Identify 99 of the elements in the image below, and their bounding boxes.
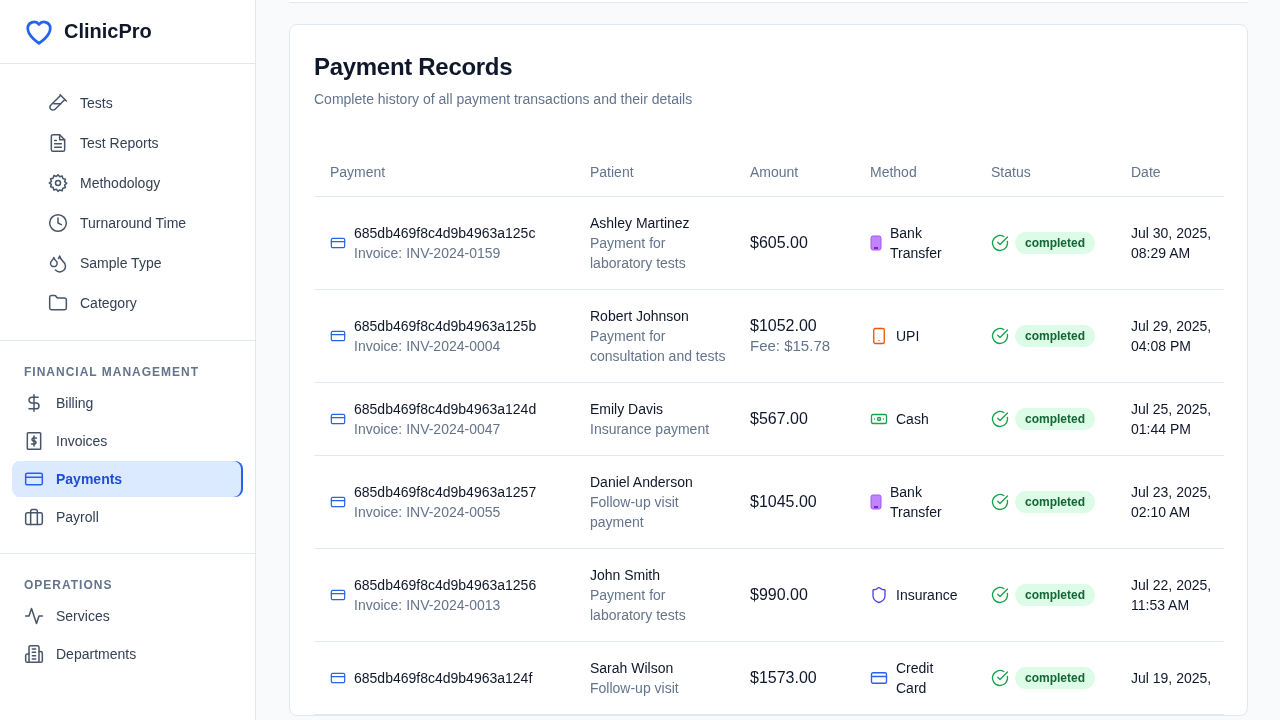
document-icon bbox=[48, 133, 68, 153]
payment-id: 685db469f8c4d9b4963a125b bbox=[354, 317, 537, 336]
payment-id: 685db469f8c4d9b4963a124d bbox=[354, 400, 537, 419]
amount: $567.00 bbox=[750, 409, 809, 429]
credit-card-icon bbox=[330, 411, 346, 427]
column-header: Payment bbox=[330, 164, 386, 180]
payment-method: Credit Card bbox=[896, 659, 935, 698]
column-header: Method bbox=[870, 164, 917, 180]
brand-name: ClinicPro bbox=[64, 20, 152, 43]
payment-note: Payment for consultation and tests bbox=[590, 327, 726, 366]
sidebar-item[interactable]: Sample Type bbox=[12, 244, 243, 282]
payment-date: Jul 19, 2025, bbox=[1131, 669, 1213, 688]
credit-card-icon bbox=[330, 587, 346, 603]
column-header: Patient bbox=[590, 164, 634, 180]
activity-icon bbox=[24, 606, 44, 626]
clock-icon bbox=[48, 213, 68, 233]
patient-name: Sarah Wilson bbox=[590, 659, 675, 678]
payment-method: Bank Transfer bbox=[890, 224, 943, 263]
payment-id: 685db469f8c4d9b4963a124f bbox=[354, 669, 533, 688]
credit-card-icon bbox=[330, 235, 346, 251]
section-heading: FINANCIAL MANAGEMENT bbox=[23, 364, 201, 381]
column-header: Date bbox=[1131, 164, 1161, 180]
sidebar-item[interactable]: Invoices bbox=[12, 423, 243, 459]
sidebar-item[interactable]: Departments bbox=[12, 636, 243, 672]
test-tube-icon bbox=[48, 93, 68, 113]
sidebar-item[interactable]: Services bbox=[12, 598, 243, 634]
receipt-icon bbox=[24, 431, 44, 451]
amount: $990.00 bbox=[750, 585, 809, 605]
payment-method: Cash bbox=[896, 410, 929, 429]
amount: $605.00 bbox=[750, 233, 809, 253]
payment-date: Jul 30, 2025, 08:29 AM bbox=[1131, 224, 1213, 263]
credit-card-icon bbox=[24, 469, 44, 489]
payment-date: Jul 23, 2025, 02:10 AM bbox=[1131, 483, 1213, 522]
amount: $1045.00 bbox=[750, 492, 818, 512]
status-badge: completed bbox=[1015, 584, 1095, 606]
building-icon bbox=[24, 644, 44, 664]
sidebar-item[interactable]: Category bbox=[12, 284, 243, 322]
amount: $1573.00 bbox=[750, 668, 818, 688]
check-circle-icon bbox=[991, 586, 1009, 604]
sidebar-item[interactable]: Payroll bbox=[12, 499, 243, 535]
status-badge: completed bbox=[1015, 408, 1095, 430]
status-badge: completed bbox=[1015, 232, 1095, 254]
check-circle-icon bbox=[991, 234, 1009, 252]
amount: $1052.00 bbox=[750, 316, 818, 336]
patient-name: Daniel Anderson bbox=[590, 473, 694, 492]
invoice-number: Invoice: INV-2024-0013 bbox=[354, 596, 502, 615]
sidebar-item[interactable]: Billing bbox=[12, 385, 243, 421]
sidebar-item[interactable]: Turnaround Time bbox=[12, 204, 243, 242]
check-circle-icon bbox=[991, 669, 1009, 687]
check-circle-icon bbox=[991, 327, 1009, 345]
credit-card-icon bbox=[330, 670, 346, 686]
payment-id: 685db469f8c4d9b4963a1257 bbox=[354, 483, 537, 502]
check-circle-icon bbox=[991, 410, 1009, 428]
patient-name: Ashley Martinez bbox=[590, 214, 691, 233]
invoice-number: Invoice: INV-2024-0159 bbox=[354, 244, 502, 263]
invoice-number: Invoice: INV-2024-0055 bbox=[354, 503, 502, 522]
payment-date: Jul 22, 2025, 11:53 AM bbox=[1131, 576, 1213, 615]
check-circle-icon bbox=[991, 493, 1009, 511]
column-header: Status bbox=[991, 164, 1031, 180]
payment-method: Insurance bbox=[896, 586, 958, 605]
sidebar-item[interactable]: Test Reports bbox=[12, 124, 243, 162]
payment-date: Jul 29, 2025, 04:08 PM bbox=[1131, 317, 1213, 356]
droplets-icon bbox=[48, 253, 68, 273]
smartphone-icon bbox=[870, 327, 888, 345]
sidebar-item[interactable]: Methodology bbox=[12, 164, 243, 202]
folder-icon bbox=[48, 293, 68, 313]
sidebar-item[interactable]: Payments bbox=[12, 461, 243, 497]
payment-id: 685db469f8c4d9b4963a1256 bbox=[354, 576, 537, 595]
gear-icon bbox=[48, 173, 68, 193]
patient-name: Robert Johnson bbox=[590, 307, 690, 326]
phone-icon bbox=[870, 494, 882, 510]
card-subtitle: Complete history of all payment transactions and their details bbox=[314, 91, 693, 107]
shield-icon bbox=[870, 586, 888, 604]
payment-note: Follow-up visit bbox=[590, 679, 680, 698]
payment-note: Payment for laboratory tests bbox=[590, 586, 687, 625]
payment-date: Jul 25, 2025, 01:44 PM bbox=[1131, 400, 1213, 439]
patient-name: Emily Davis bbox=[590, 400, 665, 419]
credit-card-icon bbox=[870, 669, 888, 687]
patient-name: John Smith bbox=[590, 566, 662, 585]
payment-id: 685db469f8c4d9b4963a125c bbox=[354, 224, 536, 243]
payment-method: UPI bbox=[896, 327, 920, 346]
section-heading: OPERATIONS bbox=[23, 577, 114, 594]
credit-card-icon bbox=[330, 494, 346, 510]
payment-method: Bank Transfer bbox=[890, 483, 943, 522]
status-badge: completed bbox=[1015, 667, 1095, 689]
payment-note: Insurance payment bbox=[590, 420, 711, 439]
invoice-number: Invoice: INV-2024-0047 bbox=[354, 420, 502, 439]
phone-icon bbox=[870, 235, 882, 251]
fee: Fee: $15.78 bbox=[750, 336, 832, 356]
briefcase-icon bbox=[24, 507, 44, 527]
credit-card-icon bbox=[330, 328, 346, 344]
payment-note: Follow-up visit payment bbox=[590, 493, 680, 532]
invoice-number: Invoice: INV-2024-0004 bbox=[354, 337, 502, 356]
column-header: Amount bbox=[750, 164, 799, 180]
status-badge: completed bbox=[1015, 491, 1095, 513]
status-badge: completed bbox=[1015, 325, 1095, 347]
sidebar-item[interactable]: Tests bbox=[12, 84, 243, 122]
payment-note: Payment for laboratory tests bbox=[590, 234, 687, 273]
card-title: Payment Records bbox=[314, 53, 513, 81]
